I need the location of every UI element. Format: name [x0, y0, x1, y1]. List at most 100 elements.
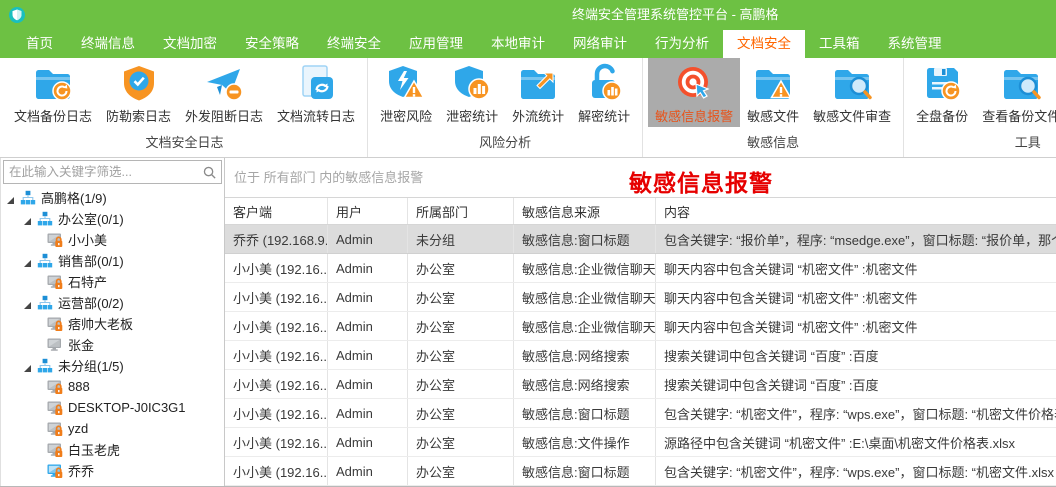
- ribbon-button-sensitive-file-review[interactable]: 敏感文件审查: [806, 58, 898, 127]
- ribbon-button-label: 查看备份文件: [982, 106, 1056, 125]
- ribbon-button-label: 防勒索日志: [106, 106, 171, 125]
- cell-dept: 办公室: [408, 457, 514, 485]
- cell-dept: 办公室: [408, 254, 514, 282]
- column-header-content[interactable]: 内容: [656, 198, 1056, 224]
- tree-node-label: 办公室(0/1): [58, 209, 124, 228]
- menu-item-7[interactable]: 网络审计: [559, 30, 641, 58]
- client-monitor-icon: [47, 379, 63, 395]
- cell-client: 小小美 (192.16...: [225, 341, 328, 369]
- department-icon: [37, 253, 53, 269]
- tree-node-label: 888: [68, 379, 90, 394]
- table-row[interactable]: 小小美 (192.16...Admin办公室敏感信息:窗口标题包含关键字: “机…: [225, 457, 1056, 486]
- table-row[interactable]: 小小美 (192.16...Admin办公室敏感信息:文件操作源路径中包含关键词…: [225, 428, 1056, 457]
- menu-item-6[interactable]: 本地审计: [477, 30, 559, 58]
- menu-item-11[interactable]: 系统管理: [874, 30, 956, 58]
- ribbon-button-doc-backup-folder[interactable]: 文档备份日志: [7, 58, 99, 127]
- table-row[interactable]: 乔乔 (192.168.9...Admin未分组敏感信息:窗口标题包含关键字: …: [225, 225, 1056, 254]
- column-header-client[interactable]: 客户端: [225, 198, 328, 224]
- table-row[interactable]: 小小美 (192.16...Admin办公室敏感信息:窗口标题包含关键字: “机…: [225, 399, 1056, 428]
- client-monitor-icon: [47, 400, 63, 416]
- table-row[interactable]: 小小美 (192.16...Admin办公室敏感信息:企业微信聊天聊天内容中包含…: [225, 312, 1056, 341]
- tree-group-node[interactable]: 销售部(0/1): [1, 250, 224, 271]
- tree-client-node[interactable]: 石特产: [1, 271, 224, 292]
- menu-item-4[interactable]: 终端安全: [313, 30, 395, 58]
- tree-client-node[interactable]: 888: [1, 376, 224, 397]
- client-monitor-icon: [47, 463, 63, 479]
- table-header: 客户端用户所属部门敏感信息来源内容: [225, 198, 1056, 225]
- ribbon-button-full-backup-disk[interactable]: 全盘备份: [909, 58, 975, 127]
- tree-client-node[interactable]: DESKTOP-J0IC3G1: [1, 397, 224, 418]
- tree-client-node[interactable]: 乔乔: [1, 460, 224, 481]
- menu-item-3[interactable]: 安全策略: [231, 30, 313, 58]
- ribbon-button-anti-ransom-shield[interactable]: 防勒索日志: [99, 58, 178, 127]
- ribbon-button-view-backup-folder[interactable]: 查看备份文件: [975, 58, 1056, 127]
- tree-group-node[interactable]: 未分组(1/5): [1, 355, 224, 376]
- cell-content: 聊天内容中包含关键词 “机密文件” :机密文件: [656, 283, 1056, 311]
- breadcrumb: 位于 所有部门 内的敏感信息报警: [234, 158, 423, 197]
- tree-client-node[interactable]: 小小美: [1, 229, 224, 250]
- cell-source: 敏感信息:窗口标题: [514, 457, 656, 485]
- anti-ransom-shield-icon: [119, 63, 159, 103]
- menu-item-5[interactable]: 应用管理: [395, 30, 477, 58]
- tree-expander-icon[interactable]: [23, 298, 32, 307]
- cell-source: 敏感信息:文件操作: [514, 428, 656, 456]
- menu-item-10[interactable]: 工具箱: [805, 30, 874, 58]
- cell-dept: 办公室: [408, 283, 514, 311]
- tree-node-label: 运营部(0/2): [58, 293, 124, 312]
- menu-item-0[interactable]: 首页: [12, 30, 67, 58]
- menu-item-9[interactable]: 文档安全: [723, 30, 805, 58]
- outgoing-block-icon: [204, 63, 244, 103]
- ribbon-button-label: 泄密统计: [446, 106, 498, 125]
- ribbon-button-label: 泄密风险: [380, 106, 432, 125]
- tree-client-node[interactable]: yzd: [1, 418, 224, 439]
- cell-dept: 办公室: [408, 428, 514, 456]
- ribbon-button-outgoing-block[interactable]: 外发阻断日志: [178, 58, 270, 127]
- menu-item-8[interactable]: 行为分析: [641, 30, 723, 58]
- tree-client-node[interactable]: 张金: [1, 334, 224, 355]
- ribbon-button-label: 解密统计: [578, 106, 630, 125]
- table-row[interactable]: 小小美 (192.16...Admin办公室敏感信息:企业微信聊天聊天内容中包含…: [225, 254, 1056, 283]
- ribbon-group-label: 文档安全日志: [7, 129, 362, 157]
- cell-dept: 办公室: [408, 312, 514, 340]
- menu-item-1[interactable]: 终端信息: [67, 30, 149, 58]
- ribbon-button-sensitive-alarm-target[interactable]: 敏感信息报警: [648, 58, 740, 127]
- tree-expander-icon[interactable]: [23, 214, 32, 223]
- tree-client-node[interactable]: 白玉老虎: [1, 439, 224, 460]
- menu-item-2[interactable]: 文档加密: [149, 30, 231, 58]
- tree-group-node[interactable]: 高鹏格(1/9): [1, 187, 224, 208]
- tree-expander-icon[interactable]: [6, 193, 15, 202]
- column-header-user[interactable]: 用户: [328, 198, 408, 224]
- ribbon-button-doc-flow[interactable]: 文档流转日志: [270, 58, 362, 127]
- column-header-dept[interactable]: 所属部门: [408, 198, 514, 224]
- column-header-source[interactable]: 敏感信息来源: [514, 198, 656, 224]
- tree-node-label: DESKTOP-J0IC3G1: [68, 400, 186, 415]
- ribbon-button-decrypt-stats[interactable]: 解密统计: [571, 58, 637, 127]
- tree-group-node[interactable]: 办公室(0/1): [1, 208, 224, 229]
- ribbon-button-leak-stats[interactable]: 泄密统计: [439, 58, 505, 127]
- search-input[interactable]: [4, 165, 202, 179]
- tree-client-node[interactable]: 痞帅大老板: [1, 313, 224, 334]
- tree-node-label: 高鹏格(1/9): [41, 188, 107, 207]
- tree-expander-icon[interactable]: [23, 361, 32, 370]
- table-row[interactable]: 小小美 (192.16...Admin办公室敏感信息:网络搜索搜索关键词中包含关…: [225, 341, 1056, 370]
- view-backup-folder-icon: [1001, 63, 1041, 103]
- ribbon-button-outflow-stats[interactable]: 外流统计: [505, 58, 571, 127]
- ribbon-button-sensitive-file[interactable]: 敏感文件: [740, 58, 806, 127]
- ribbon-button-label: 敏感文件审查: [813, 106, 891, 125]
- cell-source: 敏感信息:网络搜索: [514, 341, 656, 369]
- ribbon-button-label: 全盘备份: [916, 106, 968, 125]
- cell-content: 源路径中包含关键词 “机密文件” :E:\桌面\机密文件价格表.xlsx: [656, 428, 1056, 456]
- tree-group-node[interactable]: 运营部(0/2): [1, 292, 224, 313]
- ribbon-button-leak-risk[interactable]: 泄密风险: [373, 58, 439, 127]
- search-icon[interactable]: [202, 165, 217, 180]
- table-row[interactable]: 小小美 (192.16...Admin办公室敏感信息:企业微信聊天聊天内容中包含…: [225, 283, 1056, 312]
- tree-node-label: 乔乔: [68, 461, 94, 480]
- cell-user: Admin: [328, 457, 408, 485]
- table-row[interactable]: 小小美 (192.16...Admin办公室敏感信息:网络搜索搜索关键词中包含关…: [225, 370, 1056, 399]
- cell-user: Admin: [328, 225, 408, 253]
- page-title: 敏感信息报警: [629, 164, 773, 198]
- tree-expander-icon[interactable]: [23, 256, 32, 265]
- decrypt-stats-icon: [584, 63, 624, 103]
- sensitive-file-icon: [753, 63, 793, 103]
- cell-content: 聊天内容中包含关键词 “机密文件” :机密文件: [656, 312, 1056, 340]
